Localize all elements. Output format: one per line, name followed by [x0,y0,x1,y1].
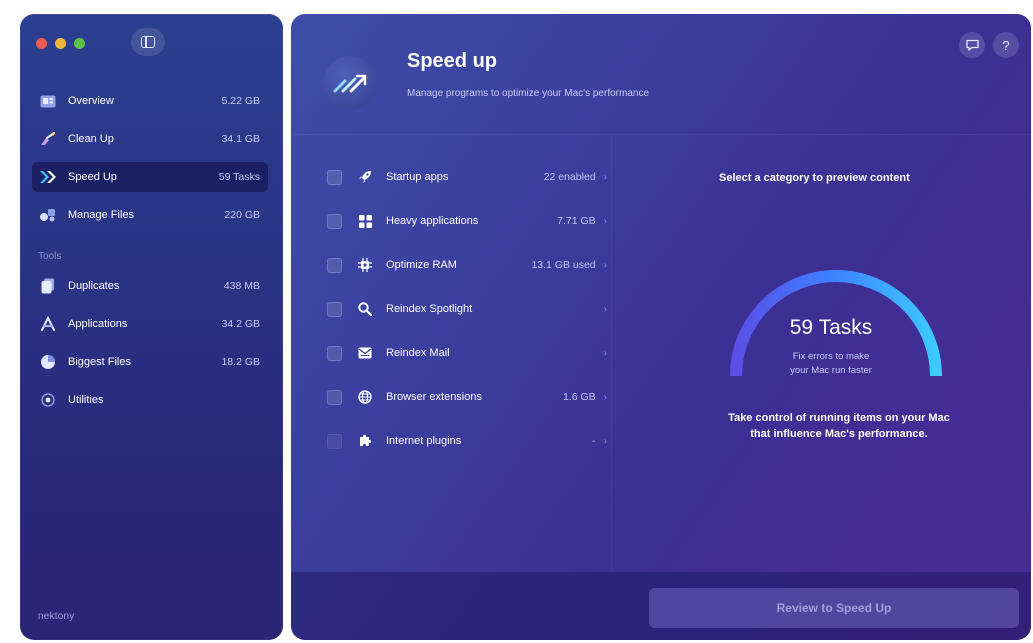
tools-section-label: Tools [38,251,62,262]
task-value: - [592,435,596,447]
task-checkbox[interactable] [327,213,342,229]
chevron-right-icon: › [603,215,607,227]
task-value: 13.1 GB used [531,259,596,271]
rocket-icon [356,170,374,184]
sidebar-item-value: 220 GB [224,209,260,221]
sidebar-item-duplicates[interactable]: Duplicates 438 MB [32,271,268,301]
window-controls [36,38,85,49]
sidebar-item-value: 18.2 GB [221,356,260,368]
brand-logo: nektony [38,611,75,622]
close-window-button[interactable] [36,38,47,49]
task-reindex-spotlight[interactable]: Reindex Spotlight › [327,298,607,320]
task-reindex-mail[interactable]: Reindex Mail › [327,342,607,364]
task-label: Reindex Spotlight [386,303,473,315]
list-divider [611,134,612,574]
gauge-subtitle-line: Fix errors to make [792,351,870,362]
page-title: Speed up [407,50,498,72]
task-heavy-applications[interactable]: Heavy applications 7.71 GB › [327,210,607,232]
task-label: Reindex Mail [386,347,450,359]
sidebar-item-utilities[interactable]: Utilities [32,385,268,415]
sidebar-item-value: 34.2 GB [221,318,260,330]
description-line: that influence Mac's performance. [750,428,928,440]
broom-icon [39,131,57,147]
puzzle-icon [356,434,374,448]
sidebar-item-label: Utilities [68,394,104,406]
task-internet-plugins[interactable]: Internet plugins - › [327,430,607,452]
sidebar-item-label: Speed Up [68,171,117,183]
sidebar-item-label: Applications [68,318,128,330]
minimize-window-button[interactable] [55,38,66,49]
sidebar-item-label: Clean Up [68,133,114,145]
sidebar-item-clean-up[interactable]: Clean Up 34.1 GB [32,124,268,154]
task-browser-extensions[interactable]: Browser extensions 1.6 GB › [327,386,607,408]
chevron-right-icon: › [603,303,607,315]
overview-icon [39,93,57,109]
files-icon [39,207,57,223]
speed-up-description: Take control of running items on your Ma… [699,410,979,442]
sidebar-item-applications[interactable]: Applications 34.2 GB [32,309,268,339]
task-value: 7.71 GB [557,215,596,227]
sidebar-icon [141,36,155,48]
task-checkbox[interactable] [327,389,342,405]
sidebar-item-biggest-files[interactable]: Biggest Files 18.2 GB [32,347,268,377]
grid-icon [356,214,374,228]
review-to-speed-up-button[interactable]: Review to Speed Up [649,588,1019,628]
gauge-subtitle: Fix errors to make your Mac run faster [721,350,941,378]
preview-message: Select a category to preview content [719,172,910,184]
task-value: 1.6 GB [562,391,596,403]
sidebar-item-label: Manage Files [68,209,135,221]
sidebar-item-label: Overview [68,95,114,107]
main-panel: ? Speed up Manage programs to optimize y… [291,14,1031,640]
sidebar: Overview 5.22 GB Clean Up 34.1 GB Speed … [20,14,283,640]
gauge-title: 59 Tasks [789,316,873,339]
task-label: Heavy applications [386,215,479,227]
chevron-right-icon: › [603,391,607,403]
task-label: Optimize RAM [386,259,457,271]
gauge-subtitle-line: your Mac run faster [790,365,872,376]
task-checkbox[interactable] [327,345,342,361]
search-icon [356,302,374,316]
header-divider [291,134,1031,135]
zoom-window-button[interactable] [74,38,85,49]
utilities-icon [39,392,57,408]
sidebar-toggle-button[interactable] [131,28,165,56]
task-checkbox[interactable] [327,257,342,273]
task-label: Browser extensions [386,391,482,403]
sidebar-item-manage-files[interactable]: Manage Files 220 GB [32,200,268,230]
chevron-right-icon: › [603,259,607,271]
task-startup-apps[interactable]: Startup apps 22 enabled › [327,166,607,188]
sidebar-item-value: 34.1 GB [221,133,260,145]
sidebar-item-value: 59 Tasks [218,171,260,183]
chevron-right-icon: › [603,435,607,447]
chat-icon [965,39,979,51]
sidebar-item-value: 438 MB [223,280,260,292]
sidebar-item-speed-up[interactable]: Speed Up 59 Tasks [32,162,268,192]
sidebar-item-label: Biggest Files [68,356,131,368]
task-label: Internet plugins [386,435,462,447]
chevron-right-icon: › [603,171,607,183]
globe-icon [356,390,374,404]
task-checkbox[interactable] [327,169,342,185]
page-subtitle: Manage programs to optimize your Mac's p… [407,88,650,99]
question-icon: ? [1002,37,1010,53]
task-value: 22 enabled [543,171,596,183]
sidebar-item-value: 5.22 GB [221,95,260,107]
task-checkbox[interactable] [327,433,342,449]
feedback-button[interactable] [959,32,985,58]
mail-icon [356,347,374,359]
chevron-right-icon: › [603,347,607,359]
duplicates-icon [39,278,57,294]
applications-icon [39,316,57,332]
chip-icon [356,258,374,272]
help-button[interactable]: ? [993,32,1019,58]
pie-icon [39,354,57,370]
speed-up-hero-icon [323,56,377,110]
sidebar-item-label: Duplicates [68,280,120,292]
task-optimize-ram[interactable]: Optimize RAM 13.1 GB used › [327,254,607,276]
task-checkbox[interactable] [327,301,342,317]
sidebar-item-overview[interactable]: Overview 5.22 GB [32,86,268,116]
speed-icon [39,169,57,185]
description-line: Take control of running items on your Ma… [728,412,950,424]
task-label: Startup apps [386,171,449,183]
